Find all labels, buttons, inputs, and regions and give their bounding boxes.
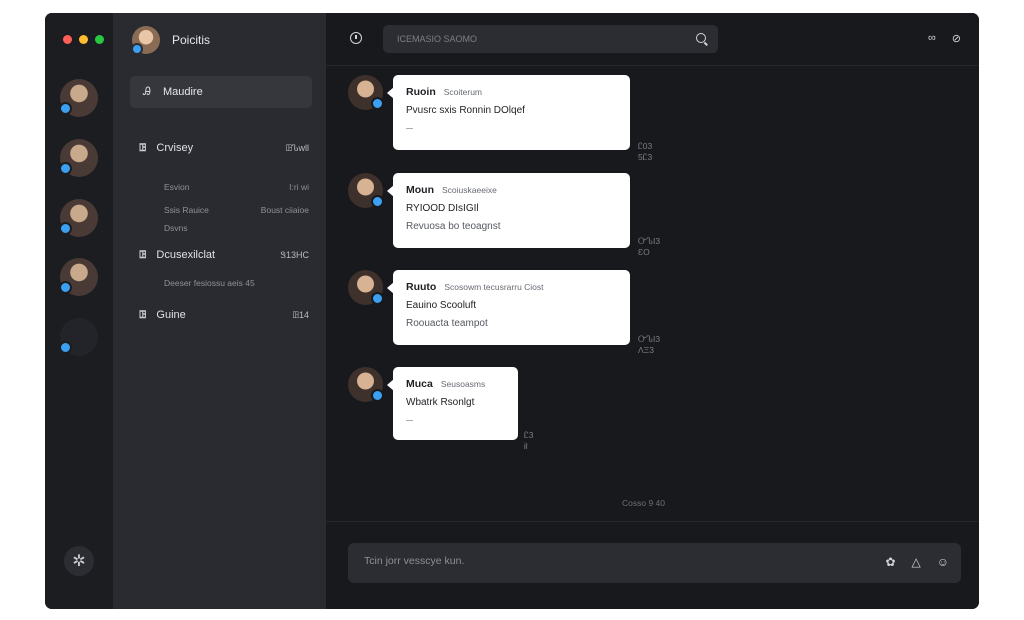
message-time: Ꮭ03 5Ꮭ3 (638, 141, 653, 162)
panel-header: Poicitis (131, 26, 211, 55)
sender-status: Seusoasms (440, 379, 486, 389)
sender-status: Scoiuskaeeixe (442, 185, 497, 195)
channel-icon: Ꭿ (143, 85, 151, 98)
group-label: Dcusexilclat (156, 249, 216, 261)
online-indicator (59, 162, 72, 175)
rail-avatar-3[interactable] (59, 199, 98, 237)
hash-icon: ꖸ (139, 142, 147, 154)
message-meta: — (406, 417, 413, 424)
online-indicator (371, 195, 384, 208)
subitem-label: Deeser fesiossu aeis 45 (164, 278, 255, 288)
hash-icon: ꖸ (139, 249, 147, 261)
message-time: ᏅᏖI3 ΛΞ3 (638, 334, 661, 355)
settings-icon: ✲ (72, 553, 86, 570)
rail-avatar-1[interactable] (59, 79, 98, 117)
message-time: Ꮭ3 Ꭵl (524, 430, 534, 451)
search-bar[interactable] (383, 25, 718, 53)
message-bubble[interactable]: Ruuto Scosowm tecusrarru Ciost Eauino Sco… (387, 270, 630, 345)
online-indicator (371, 389, 384, 402)
online-indicator (59, 222, 72, 235)
window-controls (63, 35, 104, 44)
chat-toolbar: ∞ ⊘ (326, 13, 979, 66)
search-icon[interactable] (696, 33, 706, 43)
attach-icon[interactable]: ✿ (885, 555, 895, 569)
rail-avatar-2[interactable] (59, 139, 98, 177)
sender-status: Scosowm tecusrarru Ciost (444, 282, 544, 292)
channel-subitem[interactable]: Ssis Rauice Boust ciiaioe (164, 205, 309, 215)
search-input[interactable] (395, 33, 679, 45)
message-text: Pvusrc sxis Ronnin DOlqef (406, 105, 525, 116)
rail-avatar-4[interactable] (59, 258, 98, 296)
composer-divider (326, 521, 979, 522)
message-avatar[interactable] (348, 367, 384, 402)
sender-name: Ruoin (406, 86, 436, 98)
channel-group-1[interactable]: ꖸ Crvisey ꖸᏖwll (139, 142, 309, 154)
close-window-button[interactable] (63, 35, 72, 44)
message-text: RYIOOD DIsIGIl (406, 203, 479, 214)
message-composer[interactable]: ✿ △ ☺ (348, 543, 961, 583)
online-indicator (131, 43, 143, 55)
chat-timestamp: Cosso 9 40 (622, 498, 665, 508)
bell-icon[interactable]: ⊘ (952, 32, 961, 45)
maximize-window-button[interactable] (95, 35, 104, 44)
channel-panel: Poicitis Ꭿ Maudire ꖸ Crvisey ꖸᏖwll Esvion… (113, 13, 326, 609)
online-indicator (59, 102, 72, 115)
toolbar-icons: ∞ ⊘ (928, 32, 961, 45)
group-count: ꖸ14 (292, 309, 309, 320)
link-icon[interactable]: ∞ (928, 32, 936, 45)
message-text: Wbatrk Rsonlgt (406, 397, 475, 408)
subitem-label: Ssis Rauice (164, 205, 209, 215)
subitem-meta: Boust ciiaioe (260, 205, 309, 215)
emoji-icon[interactable]: ☺ (937, 555, 949, 569)
subitem-label: Dsvns (164, 223, 188, 233)
sender-name: Moun (406, 184, 434, 196)
minimize-window-button[interactable] (79, 35, 88, 44)
sender-status: Scoiterum (443, 87, 483, 97)
channel-item-active[interactable]: Ꭿ Maudire (130, 76, 312, 108)
online-indicator (59, 281, 72, 294)
group-count: Ꮥ13HC (280, 249, 309, 260)
group-label: Crvisey (156, 142, 194, 154)
channel-group-3[interactable]: ꖸ Guine ꖸ14 (139, 309, 309, 321)
group-label: Guine (156, 309, 186, 321)
message-avatar[interactable] (348, 173, 384, 208)
channel-subitem[interactable]: Dsvns (164, 223, 309, 233)
panel-title: Poicitis (172, 33, 211, 47)
message-bubble[interactable]: Ruoin Scoiterum Pvusrc sxis Ronnin DOlqef… (387, 75, 630, 150)
message-bubble[interactable]: Muca Seusoasms Wbatrk Rsonlgt — (387, 367, 518, 440)
message-text: Roouacta teampot (406, 318, 488, 329)
sender-name: Ruuto (406, 281, 437, 293)
message-bubble[interactable]: Moun Scoiuskaeeixe RYIOOD DIsIGIl Revuosa… (387, 173, 630, 248)
user-avatar[interactable] (131, 26, 160, 55)
message-meta: — (406, 125, 413, 132)
sender-name: Muca (406, 378, 433, 390)
message-avatar[interactable] (348, 75, 384, 110)
message-input[interactable] (362, 554, 846, 568)
channel-subitem[interactable]: Esvion I:ri wi (164, 182, 309, 192)
message-time: ᏅᏖI3 ƐO (638, 236, 661, 257)
clock-icon[interactable] (350, 32, 362, 44)
channel-subitem[interactable]: Deeser fesiossu aeis 45 (164, 278, 309, 288)
hash-icon: ꖸ (139, 309, 147, 321)
message-text: Eauino Scooluft (406, 300, 477, 311)
chat-area: ∞ ⊘ Ruoin Scoiterum Pvusrc sxis Ronnin DO… (326, 13, 979, 609)
subitem-label: Esvion (164, 182, 190, 192)
online-indicator (371, 97, 384, 110)
group-count: ꖸᏖwll (285, 142, 309, 153)
image-icon[interactable]: △ (912, 555, 921, 569)
online-indicator (59, 341, 72, 354)
message-avatar[interactable] (348, 270, 384, 305)
message-text: Revuosa bo teoagnst (406, 221, 501, 232)
online-indicator (371, 292, 384, 305)
subitem-meta: I:ri wi (289, 182, 309, 192)
rail-avatar-5[interactable] (59, 318, 98, 356)
settings-button[interactable]: ✲ (64, 546, 94, 576)
app-window: ✲ Poicitis Ꭿ Maudire ꖸ Crvisey ꖸᏖwll Esvi… (45, 13, 979, 609)
channel-group-2[interactable]: ꖸ Dcusexilclat Ꮥ13HC (139, 249, 309, 261)
server-rail: ✲ (45, 13, 113, 609)
channel-label: Maudire (162, 86, 203, 98)
composer-actions: ✿ △ ☺ (885, 555, 949, 569)
